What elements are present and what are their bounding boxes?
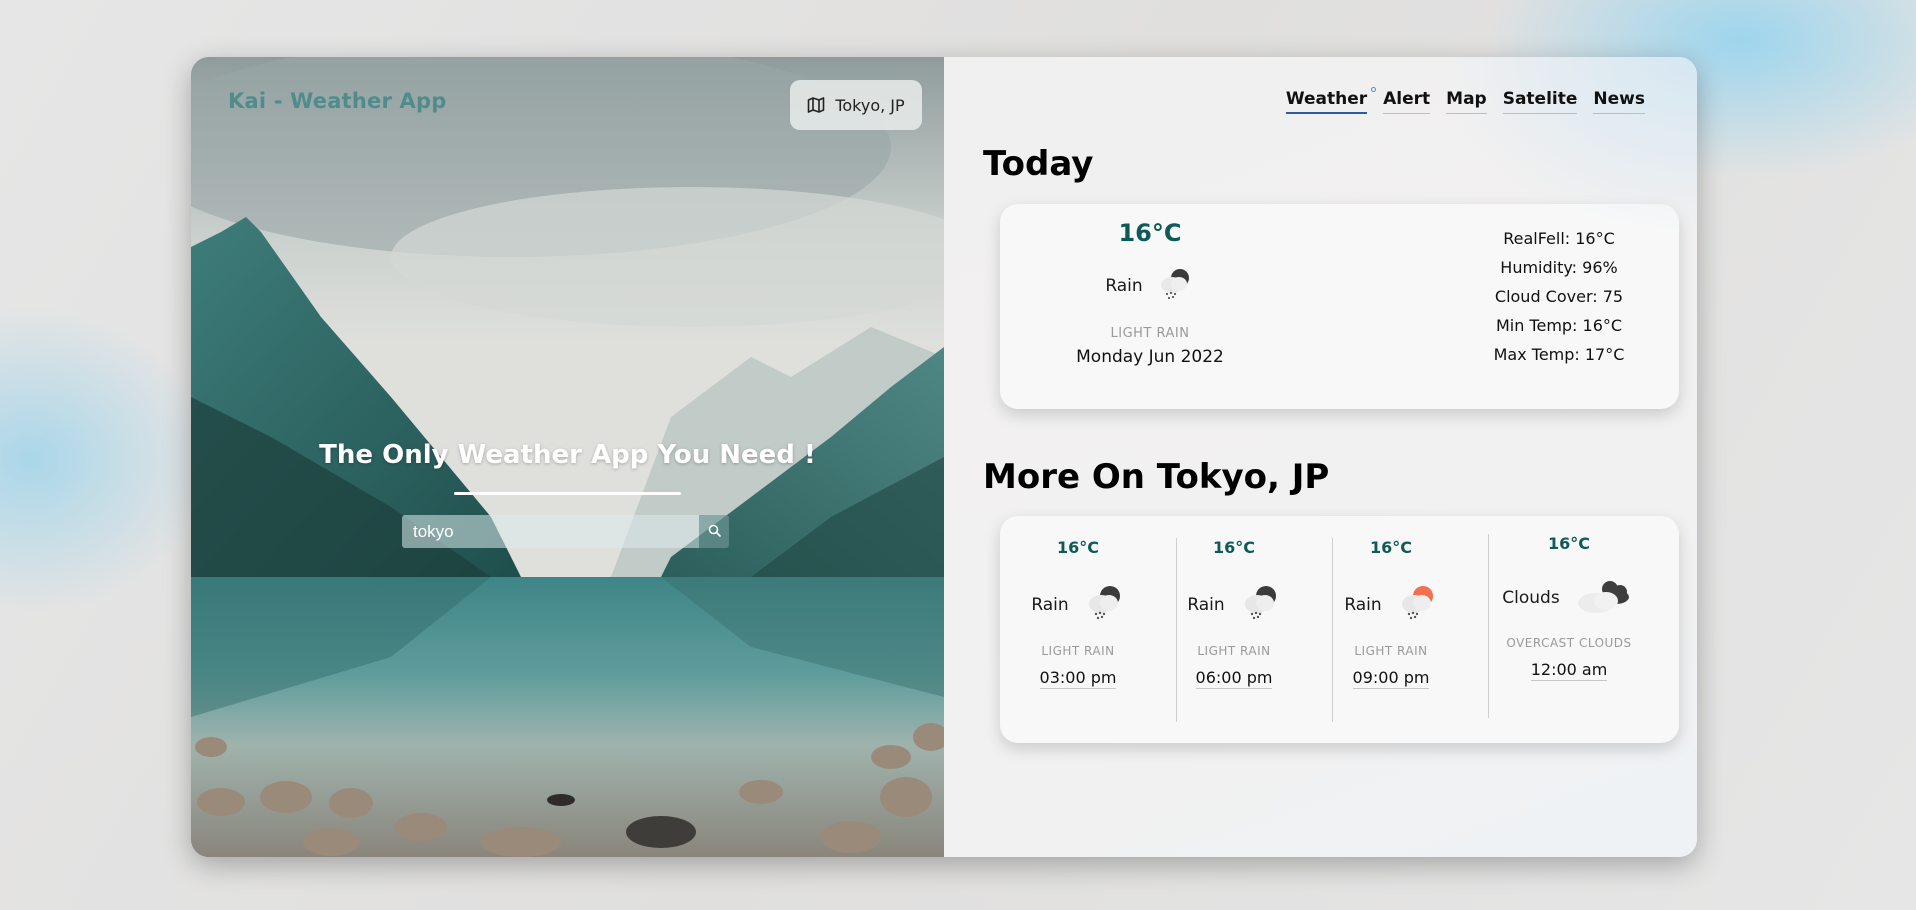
forecast-card: 16°C Rain LIGHT RAIN 03:00 pm 16°C Rain … — [1000, 516, 1679, 743]
forecast-temp: 16°C — [1369, 538, 1412, 557]
detail-humidity: Humidity: 96% — [1500, 258, 1618, 277]
today-card: 16°C Rain LIGHT RAIN Monday Jun 2022 Rea… — [1000, 204, 1679, 409]
forecast-condition: Rain — [1344, 594, 1382, 615]
forecast-description: OVERCAST CLOUDS — [1506, 636, 1632, 650]
hero-title-underline — [454, 492, 681, 495]
nav-map[interactable]: Map — [1446, 89, 1487, 114]
forecast-condition-row: Clouds — [1502, 573, 1635, 622]
rain-cloud-icon — [1239, 581, 1281, 628]
today-summary: 16°C Rain LIGHT RAIN Monday Jun 2022 — [1060, 219, 1240, 367]
detail-max-temp: Max Temp: 17°C — [1493, 345, 1625, 364]
forecast-time: 03:00 pm — [1039, 668, 1117, 689]
forecast-time: 06:00 pm — [1195, 668, 1273, 689]
search-icon — [708, 522, 721, 541]
more-heading: More On Tokyo, JP — [983, 457, 1330, 497]
forecast-item: 16°C Clouds OVERCAST CLOUDS 12:00 am — [1469, 516, 1669, 743]
active-dot-icon — [1371, 87, 1377, 92]
nav-satelite[interactable]: Satelite — [1502, 89, 1578, 114]
today-description: LIGHT RAIN — [1110, 326, 1190, 341]
location-button[interactable]: Tokyo, JP — [790, 80, 922, 130]
forecast-temp: 16°C — [1547, 534, 1590, 553]
hero-title: The Only Weather App You Need ! — [319, 440, 816, 470]
search-bar — [402, 515, 729, 548]
search-input[interactable] — [402, 515, 699, 548]
today-date: Monday Jun 2022 — [1076, 347, 1224, 367]
forecast-item: 16°C Rain LIGHT RAIN 09:00 pm — [1313, 516, 1469, 743]
search-button[interactable] — [699, 515, 729, 548]
today-temp: 16°C — [1118, 219, 1182, 247]
forecast-temp: 16°C — [1056, 538, 1099, 557]
forecast-condition: Clouds — [1502, 587, 1560, 608]
app-brand-title[interactable]: Kai - Weather App — [228, 89, 446, 113]
forecast-time: 09:00 pm — [1352, 668, 1430, 689]
rain-cloud-icon — [1155, 263, 1195, 308]
forecast-temp: 16°C — [1212, 538, 1255, 557]
top-nav: Weather Alert Map Satelite News — [1285, 87, 1645, 114]
nav-weather[interactable]: Weather — [1285, 87, 1377, 114]
today-details: RealFell: 16°C Humidity: 96% Cloud Cover… — [1479, 229, 1639, 364]
nav-news[interactable]: News — [1593, 89, 1645, 114]
forecast-item: 16°C Rain LIGHT RAIN 03:00 pm — [1000, 516, 1156, 743]
forecast-condition-row: Rain — [1344, 581, 1437, 628]
detail-min-temp: Min Temp: 16°C — [1495, 316, 1623, 335]
forecast-item: 16°C Rain LIGHT RAIN 06:00 pm — [1156, 516, 1312, 743]
detail-cloud-cover: Cloud Cover: 75 — [1494, 287, 1624, 306]
nav-alert[interactable]: Alert — [1383, 89, 1431, 114]
forecast-condition-row: Rain — [1187, 581, 1280, 628]
forecast-description: LIGHT RAIN — [1197, 644, 1271, 658]
location-button-label: Tokyo, JP — [835, 95, 905, 115]
forecast-description: LIGHT RAIN — [1041, 644, 1115, 658]
detail-realfeel: RealFell: 16°C — [1503, 229, 1615, 248]
content-panel: Weather Alert Map Satelite News Today 16… — [944, 57, 1697, 857]
rain-cloud-icon — [1083, 581, 1125, 628]
forecast-condition: Rain — [1031, 594, 1069, 615]
map-icon — [807, 96, 825, 114]
rain-sun-icon — [1396, 581, 1438, 628]
forecast-description: LIGHT RAIN — [1354, 644, 1428, 658]
hero-panel: Kai - Weather App Tokyo, JP The Only Wea… — [191, 57, 944, 857]
today-heading: Today — [983, 144, 1094, 184]
forecast-condition: Rain — [1187, 594, 1225, 615]
today-condition-row: Rain — [1105, 263, 1194, 308]
forecast-condition-row: Rain — [1031, 581, 1124, 628]
app-window: Kai - Weather App Tokyo, JP The Only Wea… — [191, 57, 1697, 857]
today-condition: Rain — [1105, 275, 1143, 296]
overcast-clouds-icon — [1574, 573, 1636, 622]
forecast-time: 12:00 am — [1530, 660, 1608, 681]
